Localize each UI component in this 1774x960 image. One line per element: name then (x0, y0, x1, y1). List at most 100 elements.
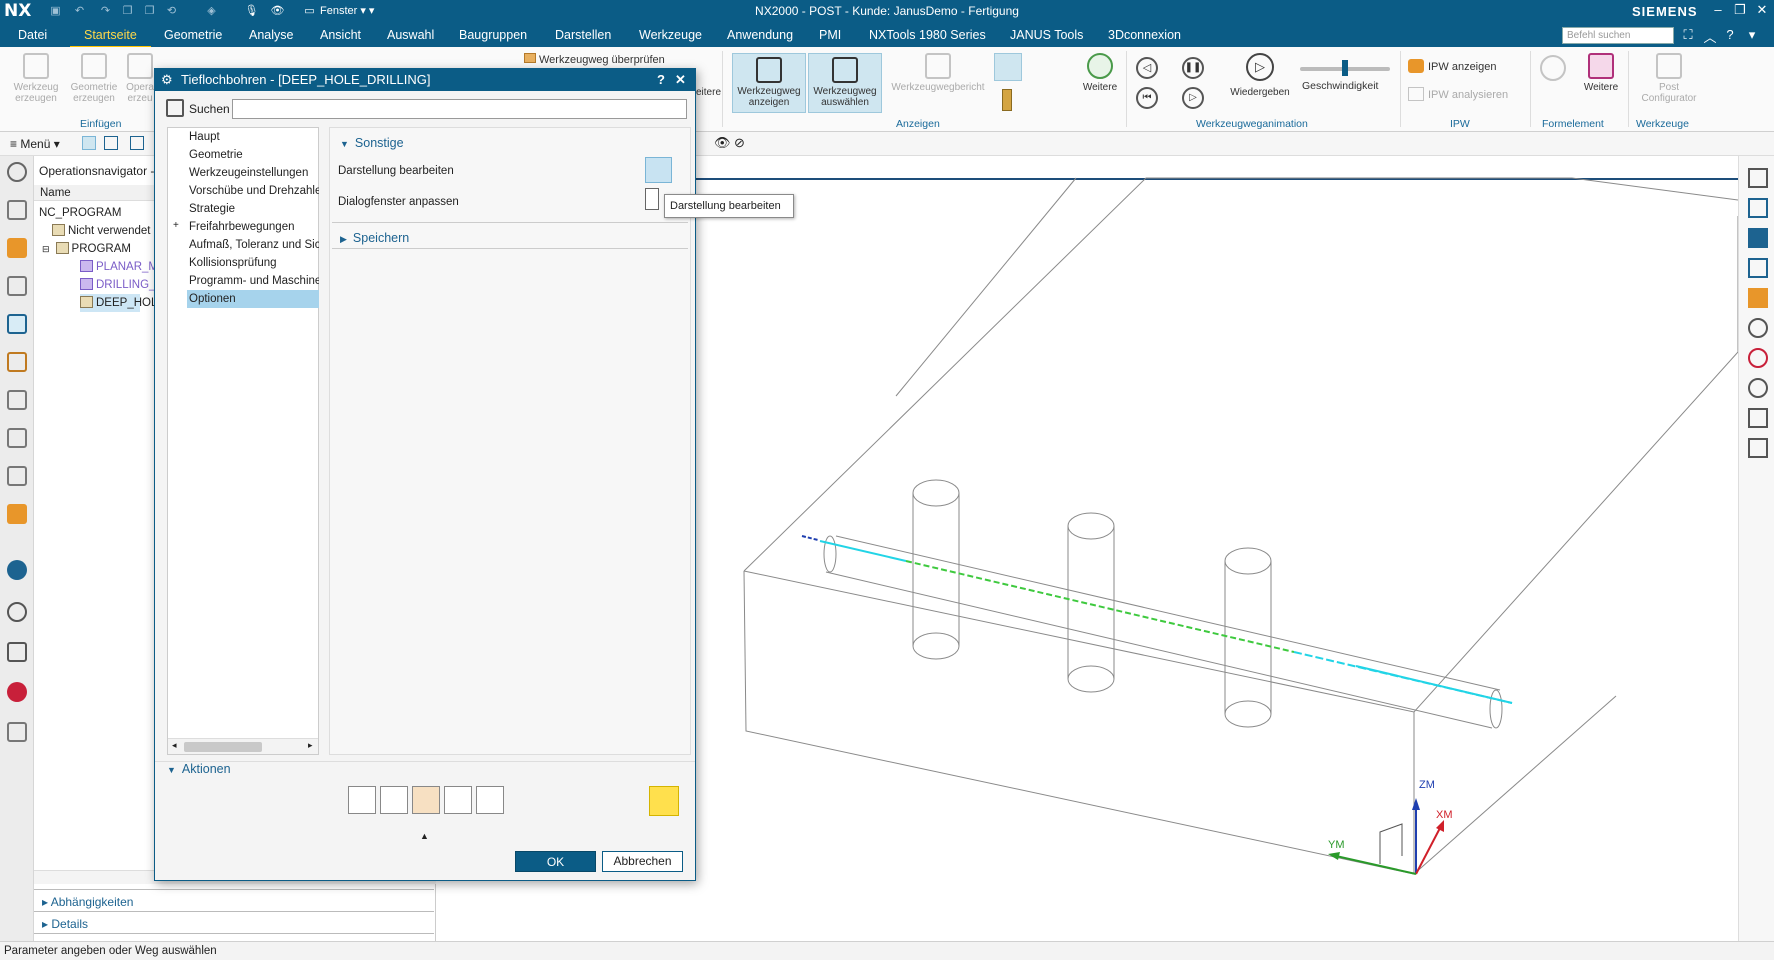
replay-icon[interactable] (1748, 198, 1768, 218)
tree-item-kollisionspruefung[interactable]: Kollisionsprüfung (187, 254, 319, 272)
analyze-ipw-button[interactable]: IPW analysieren (1408, 87, 1508, 101)
help-icon[interactable]: ? (1722, 27, 1738, 42)
tab-analyse[interactable]: Analyse (249, 28, 293, 42)
tab-datei[interactable]: Datei (18, 28, 47, 42)
post-configurator-button[interactable]: Post Configurator (1640, 53, 1698, 104)
collapse-icon[interactable]: ⊟ (42, 244, 50, 254)
machine-navigator-icon[interactable] (7, 352, 27, 372)
step-back-icon[interactable]: ◁ (1136, 57, 1158, 79)
tree-item-haupt[interactable]: Haupt (187, 128, 319, 146)
accordion-dependencies[interactable]: ▸ Abhängigkeiten (42, 895, 133, 909)
tab-baugruppen[interactable]: Baugruppen (459, 28, 527, 42)
create-geometry-button[interactable]: Geometrie erzeugen (66, 53, 122, 104)
tree-item-optionen[interactable]: Optionen (187, 290, 319, 308)
list-button[interactable] (476, 786, 504, 814)
dialog-title-bar[interactable]: ⚙ Tieflochbohren - [DEEP_HOLE_DRILLING] … (155, 69, 695, 91)
verify-toolpath-button[interactable]: Werkzeugweg überprüfen (524, 53, 665, 67)
ok-button[interactable]: OK (515, 851, 596, 872)
simulate-button[interactable] (444, 786, 472, 814)
curve-icon[interactable] (1748, 348, 1768, 368)
verify-button[interactable] (412, 786, 440, 814)
section-sonstige[interactable]: ▼ Sonstige (340, 136, 404, 150)
edit-display-button[interactable] (645, 157, 672, 183)
flower-icon[interactable] (7, 682, 27, 702)
fullscreen-icon[interactable]: ⛶ (1680, 27, 1696, 43)
gear-icon[interactable]: ⚙ (161, 69, 173, 91)
assembly-navigator-icon[interactable] (7, 238, 27, 258)
tree-item-freifahrbewegungen[interactable]: Freifahrbewegungen (187, 218, 319, 236)
tree-scrollbar[interactable]: ◂ ▸ (168, 738, 318, 754)
play-button[interactable]: ▷ Wiedergeben (1226, 53, 1294, 98)
dialog-search-input[interactable] (232, 99, 687, 119)
close-icon[interactable]: ✕ (1752, 2, 1772, 18)
create-operation-button[interactable]: Opera erzeu (124, 53, 156, 104)
measure-icon[interactable] (1748, 408, 1768, 428)
more-display-button[interactable]: Weitere (1080, 53, 1120, 93)
next-icon[interactable] (1748, 378, 1768, 398)
tool-path-list-icon[interactable] (1748, 258, 1768, 278)
show-toolpath-button[interactable]: Werkzeugweg anzeigen (732, 53, 806, 113)
hd3d-icon[interactable] (7, 428, 27, 448)
accordion-details[interactable]: ▸ Details (42, 917, 88, 931)
rewind-icon[interactable]: ⏮ (1136, 87, 1158, 109)
weitere-cut-label[interactable]: eitere (696, 87, 721, 98)
expand-icon[interactable]: + (173, 220, 179, 231)
tree-row-unused[interactable]: Nicht verwendet (52, 222, 150, 240)
collapse-icon[interactable]: ▲ (420, 831, 429, 841)
tab-anwendung[interactable]: Anwendung (727, 28, 793, 42)
show-hide-icon[interactable]: 👁 (714, 135, 731, 151)
collapse-ribbon-icon[interactable]: ︿ (1702, 27, 1718, 46)
ipw-view-icon[interactable] (1748, 288, 1768, 308)
tab-darstellen[interactable]: Darstellen (555, 28, 611, 42)
close-icon[interactable]: ✕ (675, 69, 686, 91)
tab-3dconnexion[interactable]: 3Dconnexion (1108, 28, 1181, 42)
cancel-button[interactable]: Abbrechen (602, 851, 683, 872)
section-speichern[interactable]: ▶ Speichern (340, 231, 409, 245)
tree-row-nc-program[interactable]: NC_PROGRAM (39, 204, 121, 222)
tree-scrollbar-thumb[interactable] (184, 742, 262, 752)
menu-button[interactable]: ≡ Menü ▾ (10, 137, 60, 151)
tree-item-werkzeugeinstellungen[interactable]: Werkzeugeinstellungen (187, 164, 319, 182)
simulate-icon[interactable] (1748, 228, 1768, 248)
help-icon[interactable]: ? (657, 69, 665, 91)
selection-filter-icon[interactable] (82, 136, 96, 150)
formelement-icon[interactable] (1540, 55, 1566, 81)
globe-icon[interactable] (7, 560, 27, 580)
tree-item-programm-maschine[interactable]: Programm- und Maschine (187, 272, 319, 290)
tree-item-geometrie[interactable]: Geometrie (187, 146, 319, 164)
scroll-right-icon[interactable]: ▸ (308, 740, 313, 751)
history-icon[interactable] (7, 504, 27, 524)
ribbon-options-icon[interactable]: ▾ (1744, 27, 1760, 43)
expand-bar-icon[interactable] (7, 722, 27, 742)
tab-startseite[interactable]: Startseite (70, 28, 151, 49)
create-tool-button[interactable]: Werkzeug erzeugen (8, 53, 64, 104)
pause-icon[interactable]: ❚❚ (1182, 57, 1204, 79)
tool-display-icon[interactable] (996, 89, 1018, 111)
generate-button[interactable] (348, 786, 376, 814)
select-toolpath-button[interactable]: Werkzeugweg auswählen (808, 53, 882, 113)
tree-row-deep-hole[interactable]: DEEP_HOL (80, 294, 157, 312)
part-navigator-icon[interactable] (7, 200, 27, 220)
display-tool-button[interactable] (994, 53, 1022, 81)
tab-janus-tools[interactable]: JANUS Tools (1010, 28, 1083, 42)
snap-icon[interactable] (130, 136, 144, 150)
generate-toolpath-icon[interactable] (649, 786, 679, 816)
hide-invert-icon[interactable]: ⊘ (734, 135, 745, 151)
tab-nxtools[interactable]: NXTools 1980 Series (869, 28, 986, 42)
tree-item-aufmass[interactable]: Aufmaß, Toleranz und Sich (187, 236, 319, 254)
tab-werkzeuge[interactable]: Werkzeuge (639, 28, 702, 42)
tab-auswahl[interactable]: Auswahl (387, 28, 434, 42)
minimize-icon[interactable]: – (1708, 2, 1728, 17)
visibility-icon[interactable] (1748, 318, 1768, 338)
tab-pmi[interactable]: PMI (819, 28, 841, 42)
search-icon[interactable]: ⌕ (1655, 27, 1671, 43)
tree-row-planar-mill[interactable]: PLANAR_M (80, 258, 158, 276)
tree-row-drilling[interactable]: DRILLING_ (80, 276, 155, 294)
regenerate-icon[interactable] (1748, 168, 1768, 188)
tree-item-vorschuebe[interactable]: Vorschübe und Drehzahlen (187, 182, 319, 200)
operation-navigator-icon[interactable] (7, 314, 27, 334)
tools-icon[interactable] (7, 642, 27, 662)
toolpath-report-button[interactable]: Werkzeugwegbericht (886, 53, 990, 93)
clock-icon[interactable] (7, 602, 27, 622)
step-forward-icon[interactable]: ▷ (1182, 87, 1204, 109)
